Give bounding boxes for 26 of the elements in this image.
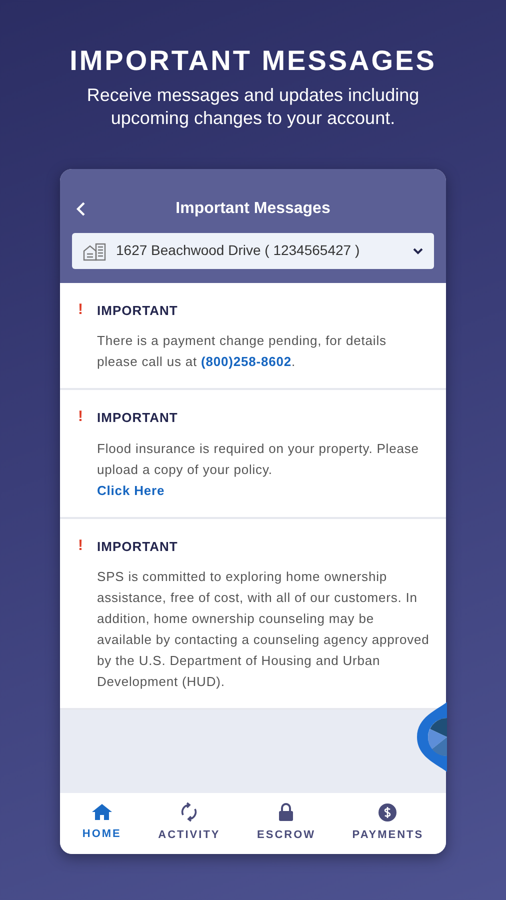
message-text: Flood insurance is required on your property. Please upload a copy of your policy. Click Here (97, 440, 420, 500)
nav-tab[interactable]: ACTIVITY (158, 802, 220, 844)
lock-icon (278, 802, 294, 822)
screen-title: Important Messages (174, 198, 332, 219)
alert-mark: ! (78, 300, 83, 320)
refresh-icon (179, 802, 200, 822)
chevron-down-icon (412, 246, 424, 255)
nav-tab[interactable]: PAYMENTS (352, 802, 424, 844)
home-icon (90, 803, 113, 822)
subtitle: Receive messages and updates including upcoming changes to your account. (86, 84, 420, 130)
click-here-link[interactable]: Click Here (97, 482, 165, 498)
headline: IMPORTANT MESSAGES (68, 44, 438, 78)
account-dropdown[interactable]: 1627 Beachwood Drive ( 1234565427 ) (72, 232, 434, 269)
floating-wheel-button[interactable] (417, 702, 447, 772)
nav-tab[interactable]: ESCROW (257, 802, 316, 844)
nav-tab[interactable]: HOME (82, 803, 122, 843)
message-text: There is a payment change pending, for details please call us at (800)258-8602. (97, 332, 388, 372)
dollar-coin-icon (378, 802, 398, 822)
message-title: IMPORTANT (97, 302, 179, 320)
alert-mark: ! (78, 536, 83, 556)
alert-mark: ! (78, 408, 83, 428)
building-icon (82, 240, 108, 261)
message-text: SPS is committed to exploring home ownership assistance, free of cost, with all of our customers. In addition, home ownership counseling may be available by contacting a counseling agency approved by the U.S. Department of Housing and Urban Development (HUD). (97, 568, 430, 692)
message-title: IMPORTANT (97, 538, 179, 556)
message-title: IMPORTANT (97, 409, 179, 428)
phone-link[interactable]: (800)258-8602 (201, 354, 292, 370)
